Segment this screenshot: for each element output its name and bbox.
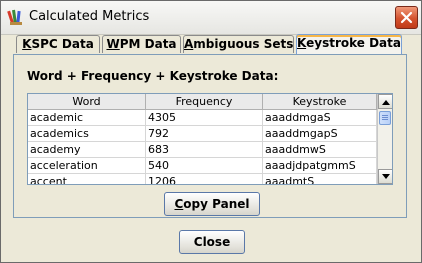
tab-label: eystroke Data bbox=[306, 36, 401, 50]
table-row[interactable]: academics 792 aaaddmgapS bbox=[28, 126, 377, 142]
cell-word: acceleration bbox=[28, 158, 146, 173]
scroll-up-button[interactable] bbox=[378, 94, 392, 109]
app-pencils-icon bbox=[7, 8, 25, 26]
column-header-word[interactable]: Word bbox=[28, 94, 146, 109]
data-table[interactable]: Word Frequency Keystroke academic 4305 a… bbox=[27, 93, 393, 185]
table-row[interactable]: accent 1206 aaadmtS bbox=[28, 174, 377, 184]
close-window-button[interactable] bbox=[395, 6, 418, 29]
cell-word: accent bbox=[28, 174, 146, 184]
cell-keystroke: aaadmtS bbox=[263, 174, 377, 184]
cell-keystroke: aaadjdpatgmmS bbox=[263, 158, 377, 173]
button-label: opy Panel bbox=[183, 197, 250, 211]
tab-mnemonic: A bbox=[184, 37, 194, 51]
cell-frequency: 792 bbox=[146, 126, 263, 141]
scroll-down-button[interactable] bbox=[378, 169, 392, 184]
table-row[interactable]: academy 683 aaaddmwS bbox=[28, 142, 377, 158]
window-title: Calculated Metrics bbox=[29, 9, 150, 24]
tab-label: PM Data bbox=[119, 37, 177, 51]
scroll-thumb[interactable] bbox=[379, 111, 391, 125]
cell-word: academics bbox=[28, 126, 146, 141]
tab-ambiguous-sets[interactable]: Ambiguous Sets bbox=[183, 35, 294, 53]
column-header-keystroke[interactable]: Keystroke bbox=[263, 94, 377, 109]
tab-mnemonic: K bbox=[297, 36, 307, 50]
close-x-icon bbox=[400, 11, 413, 24]
panel-heading: Word + Frequency + Keystroke Data: bbox=[27, 69, 279, 83]
column-header-frequency[interactable]: Frequency bbox=[146, 94, 263, 109]
title-bar[interactable]: Calculated Metrics bbox=[1, 1, 421, 35]
table-row[interactable]: academic 4305 aaaddmgaS bbox=[28, 110, 377, 126]
vertical-scrollbar[interactable] bbox=[377, 94, 392, 184]
cell-frequency: 683 bbox=[146, 142, 263, 157]
table-body: academic 4305 aaaddmgaS academics 792 aa… bbox=[28, 110, 377, 184]
cell-keystroke: aaaddmwS bbox=[263, 142, 377, 157]
cell-word: academy bbox=[28, 142, 146, 157]
tab-strip: KSPC Data WPM Data Ambiguous Sets Keystr… bbox=[13, 34, 409, 55]
keystroke-data-panel: Word + Frequency + Keystroke Data: Word … bbox=[13, 54, 407, 218]
copy-panel-button[interactable]: Copy Panel bbox=[164, 192, 260, 216]
button-mnemonic: C bbox=[174, 197, 184, 211]
tab-label: SPC Data bbox=[31, 37, 94, 51]
cell-frequency: 540 bbox=[146, 158, 263, 173]
cell-keystroke: aaaddmgaS bbox=[263, 110, 377, 125]
arrow-down-icon bbox=[382, 174, 390, 179]
tab-label: mbiguous Sets bbox=[193, 37, 294, 51]
tab-mnemonic: W bbox=[106, 37, 120, 51]
dialog-window: Calculated Metrics KSPC Data WPM Data Am… bbox=[0, 0, 422, 263]
cell-frequency: 4305 bbox=[146, 110, 263, 125]
cell-frequency: 1206 bbox=[146, 174, 263, 184]
cell-word: academic bbox=[28, 110, 146, 125]
tab-keystroke-data[interactable]: Keystroke Data bbox=[296, 34, 402, 55]
arrow-up-icon bbox=[382, 100, 390, 105]
tab-kspc-data[interactable]: KSPC Data bbox=[16, 35, 100, 53]
close-button[interactable]: Close bbox=[179, 230, 245, 254]
table-header: Word Frequency Keystroke bbox=[28, 94, 377, 110]
tab-wpm-data[interactable]: WPM Data bbox=[102, 35, 181, 53]
table-row[interactable]: acceleration 540 aaadjdpatgmmS bbox=[28, 158, 377, 174]
cell-keystroke: aaaddmgapS bbox=[263, 126, 377, 141]
